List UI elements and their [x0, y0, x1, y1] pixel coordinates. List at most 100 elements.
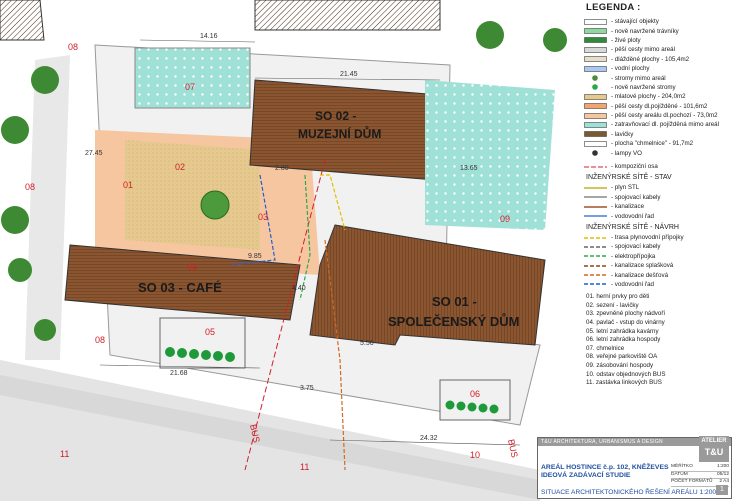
numbered-item: 06. letní zahrádka hospody	[586, 336, 661, 344]
legend-row-label: - lavičky	[611, 130, 634, 138]
zone-label-07: 07	[185, 82, 195, 92]
undefined-swatch	[584, 246, 607, 248]
dim-7: 4.40	[292, 285, 306, 292]
fill-swatch	[584, 56, 607, 63]
legend-title: LEGENDA :	[586, 2, 641, 13]
legend-row-label: - zatravňovací dl. pojížděná mimo areál	[611, 121, 719, 129]
legend-row-label: - kanalizace dešťová	[611, 271, 669, 279]
legend-panel: LEGENDA : - stávající objekty - nově navr…	[584, 2, 732, 417]
legend-existing-title: INŽENÝRSKÉ SÍTĚ - STAV	[586, 174, 672, 182]
tree-left-4	[8, 258, 32, 282]
legend-row: - kanalizace dešťová	[584, 270, 732, 279]
fill-swatch	[584, 28, 607, 34]
tree-right-2	[543, 28, 567, 52]
sheet-number: 1	[716, 485, 728, 495]
atelier-logo: ATELIER T&U	[699, 436, 729, 462]
legend-row-label: - stávající objekty	[611, 18, 659, 26]
dim-10: 3.75	[300, 385, 314, 392]
legend-row: - mlatové plochy - 204,0m2	[584, 92, 732, 101]
undefined-swatch	[584, 283, 607, 286]
zone-label-11a: 11	[300, 462, 309, 472]
tree-left-3	[1, 206, 29, 234]
title-field-key: POČET FORMÁTŮ	[671, 479, 713, 484]
legend-items: - stávající objekty - nově navržené trávn…	[584, 17, 732, 158]
dim-3: 27.45	[85, 150, 103, 157]
legend-row-label: - lampy VO	[611, 149, 642, 157]
numbered-item: 10. odstav objednových BUS	[586, 370, 666, 378]
zone-label-08a: 08	[68, 42, 78, 52]
title-field-key: MĚŘÍTKO	[671, 464, 693, 469]
project-line-1: AREÁL HOSTINCE č.p. 102, KNĚŽEVES	[541, 464, 669, 471]
dim-2: 21.45	[340, 71, 358, 78]
legend-row: - lavičky	[584, 130, 732, 139]
legend-row: - stávající objekty	[584, 17, 732, 26]
so03-title: SO 03 - CAFÉ	[138, 280, 222, 295]
drawing-name: SITUACE ARCHITEKTONICKÉHO ŘEŠENÍ AREÁLU …	[541, 489, 717, 496]
tree-left-5	[34, 319, 56, 341]
legend-row: - lampy VO	[584, 148, 732, 157]
legend-numbered: 01. herní prvky pro děti 02. sezení - lav…	[584, 293, 732, 388]
project-line-2: IDEOVÁ ZADÁVACÍ STUDIE	[541, 471, 631, 479]
zone-label-08c: 08	[95, 335, 105, 345]
legend-row: - vodovodní řad	[584, 211, 732, 220]
undefined-swatch	[584, 215, 607, 217]
lamp-swatch	[592, 150, 598, 156]
legend-row-label: - pěší cesty areálu dl.pochozí - 73,0m2	[611, 112, 718, 120]
legend-row: - pěší cesty areálu dl.pochozí - 73,0m2	[584, 111, 732, 120]
numbered-item: 02. sezení - lavičky	[586, 301, 639, 309]
legend-row-label: - kanalizace splašková	[611, 262, 674, 270]
tree-left-1	[31, 66, 59, 94]
axis-swatch	[584, 166, 607, 168]
undefined-swatch	[584, 264, 607, 267]
zone-07-chmelnice	[134, 47, 251, 109]
legend-row: - zatravňovací dl. pojížděná mimo areál	[584, 120, 732, 129]
logo-line-2: T&U	[704, 447, 724, 457]
legend-row-label: - pěší cesty dl.pojížděné - 101,6m2	[611, 102, 708, 110]
logo-line-1: ATELIER	[701, 438, 727, 444]
legend-row: - kanalizace	[584, 202, 732, 211]
zone-06-pub-garden	[439, 379, 511, 421]
legend-axis-label: - kompoziční osa	[611, 163, 658, 171]
tree-right-1	[476, 21, 504, 49]
zone-label-03: 03	[258, 212, 268, 222]
fill-swatch	[584, 94, 607, 100]
legend-row: - kanalizace splašková	[584, 261, 732, 270]
legend-row: - pěší cesty dl.pojížděné - 101,6m2	[584, 102, 732, 111]
site-plan: SO 02 - MUZEJNÍ DŮM SO 03 - CAFÉ SO 01 -…	[0, 0, 575, 501]
zone-label-10: 10	[470, 450, 480, 460]
dim-1: 14.16	[200, 33, 218, 40]
legend-axis-row: - kompoziční osa	[584, 162, 732, 171]
legend-row-label: - plocha "chmelnice" - 91,7m2	[611, 140, 694, 148]
legend-existing: - plyn STL - spojovací kabely - kanalizace…	[584, 183, 732, 221]
legend-row-label: - trasa plynovodní přípojky	[611, 234, 684, 241]
legend-row: - vodovodní řad	[584, 280, 732, 289]
undefined-swatch	[584, 187, 607, 189]
title-field-value: 1:200	[716, 464, 729, 469]
tree-swatch	[592, 75, 598, 81]
undefined-swatch	[584, 206, 607, 208]
legend-row: - dlážděné plochy - 105,4m2	[584, 55, 732, 64]
numbered-item: 03. zpevněné plochy nádvoří	[586, 310, 666, 318]
zone-label-06: 06	[470, 389, 480, 399]
legend-row-label: - nově navržené stromy	[611, 83, 676, 91]
legend-row-label: - stromy mimo areál	[611, 74, 666, 82]
legend-row-label: - pěší cesty mimo areál	[611, 46, 675, 54]
legend-row: - plocha "chmelnice" - 91,7m2	[584, 139, 732, 148]
legend-new: - trasa plynovodní přípojky - spojovací k…	[584, 233, 732, 289]
existing-building-nw	[0, 0, 45, 41]
legend-row: - stromy mimo areál	[584, 73, 732, 82]
tree-courtyard	[200, 190, 230, 220]
legend-row-label: - živé ploty	[611, 36, 641, 44]
fill-swatch	[584, 122, 607, 128]
numbered-item: 05. letní zahrádka kavárny	[586, 327, 659, 335]
title-field-key: DATUM	[671, 471, 688, 477]
legend-row: - spojovací kabely	[584, 193, 732, 202]
so02-title-1: SO 02 -	[315, 109, 356, 123]
project-name: AREÁL HOSTINCE č.p. 102, KNĚŽEVES IDEOVÁ…	[541, 464, 671, 479]
outline-swatch	[584, 18, 607, 25]
zone-09-supply	[425, 80, 555, 230]
fill-swatch	[584, 103, 607, 110]
title-block-fields: MĚŘÍTKO 1:200 DATUM 05/12 POČET FORMÁTŮ 2 A4	[671, 464, 729, 487]
legend-row: - živé ploty	[584, 36, 732, 45]
legend-row: - pěší cesty mimo areál	[584, 45, 732, 54]
